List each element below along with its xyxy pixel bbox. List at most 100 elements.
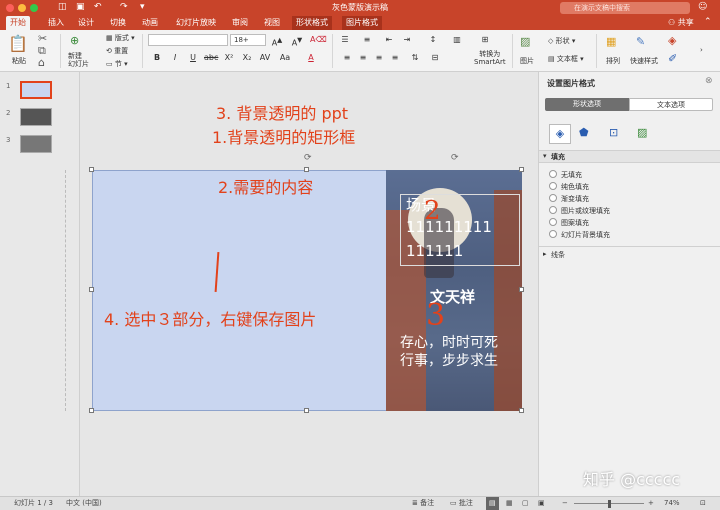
- text-direction-icon[interactable]: ⇅: [408, 52, 422, 64]
- expand-fill-icon[interactable]: ▾: [543, 152, 547, 160]
- zoom-slider-thumb[interactable]: [608, 500, 611, 508]
- tab-home[interactable]: 开始: [6, 16, 30, 30]
- close-pane-icon[interactable]: ⊗: [705, 76, 713, 86]
- radio-gradient-fill[interactable]: [549, 194, 557, 202]
- align-text-icon[interactable]: ⊟: [428, 52, 442, 64]
- slide-sorter-icon[interactable]: ▦: [506, 497, 513, 510]
- smartart-icon[interactable]: ⊞: [478, 34, 492, 46]
- font-size-select[interactable]: 18+: [230, 34, 266, 46]
- tab-slideshow[interactable]: 幻灯片放映: [172, 16, 220, 30]
- collapse-ribbon-icon[interactable]: ⌃: [704, 17, 712, 27]
- grow-font-icon[interactable]: A▲: [270, 34, 284, 48]
- resize-handle[interactable]: [89, 287, 94, 292]
- tab-review[interactable]: 审阅: [228, 16, 252, 30]
- font-family-select[interactable]: [148, 34, 228, 46]
- layout-button[interactable]: ▦ 版式 ▾: [106, 33, 135, 43]
- reading-view-icon[interactable]: ▢: [522, 497, 529, 510]
- align-left-icon[interactable]: ≡: [340, 52, 354, 64]
- effects-icon[interactable]: ⬟: [579, 126, 589, 139]
- tab-transitions[interactable]: 切换: [106, 16, 130, 30]
- search-input[interactable]: 在演示文稿中搜索: [560, 2, 690, 14]
- radio-slide-background-fill[interactable]: [549, 230, 557, 238]
- resize-handle[interactable]: [304, 408, 309, 413]
- language-indicator[interactable]: 中文 (中国): [66, 497, 102, 510]
- resize-handle[interactable]: [519, 167, 524, 172]
- picture-icon[interactable]: ▨: [520, 35, 530, 48]
- tab-insert[interactable]: 插入: [44, 16, 68, 30]
- bold-icon[interactable]: B: [150, 52, 164, 64]
- line-section-label[interactable]: 线条: [551, 250, 565, 260]
- smiley-feedback-icon[interactable]: ☺: [698, 2, 707, 12]
- slide-thumbnail-2[interactable]: [20, 108, 52, 126]
- size-properties-icon[interactable]: ⊡: [609, 126, 618, 139]
- section-button[interactable]: ▭ 节 ▾: [106, 59, 128, 69]
- shape-fill-icon[interactable]: ◈: [668, 34, 676, 47]
- increase-indent-icon[interactable]: ⇥: [400, 34, 414, 46]
- fit-to-window-icon[interactable]: ⊡: [700, 497, 706, 510]
- picture-label[interactable]: 图片: [520, 56, 534, 66]
- arrange-label[interactable]: 排列: [606, 56, 620, 66]
- tab-design[interactable]: 设计: [74, 16, 98, 30]
- slideshow-icon[interactable]: ▣: [538, 497, 545, 510]
- share-button[interactable]: ⚇ 共享: [668, 16, 694, 30]
- rotate-handle-icon[interactable]: ⟳: [304, 153, 312, 163]
- convert-smartart-label[interactable]: 转换为 SmartArt: [474, 50, 506, 66]
- slide-thumbnail-1[interactable]: [20, 81, 52, 99]
- resize-handle[interactable]: [89, 408, 94, 413]
- clear-formatting-icon[interactable]: A⌫: [310, 34, 327, 46]
- radio-no-fill[interactable]: [549, 170, 557, 178]
- expand-line-icon[interactable]: ▸: [543, 250, 547, 258]
- subscript-icon[interactable]: X₂: [240, 52, 254, 64]
- strikethrough-icon[interactable]: abc: [204, 52, 218, 64]
- tab-shape-format[interactable]: 形状格式: [292, 16, 332, 30]
- columns-icon[interactable]: ▥: [450, 34, 464, 46]
- zoom-level[interactable]: 74%: [664, 497, 680, 510]
- quick-styles-label[interactable]: 快速样式: [630, 56, 658, 66]
- fill-section-header[interactable]: [539, 150, 720, 163]
- resize-handle[interactable]: [304, 167, 309, 172]
- tab-shape-options[interactable]: 形状选项: [545, 98, 629, 111]
- arrange-icon[interactable]: ▦: [606, 35, 616, 48]
- ribbon-more-icon[interactable]: ›: [700, 46, 703, 54]
- radio-solid-fill[interactable]: [549, 182, 557, 190]
- resize-handle[interactable]: [89, 167, 94, 172]
- notes-button[interactable]: ≣ 备注: [412, 497, 434, 510]
- superscript-icon[interactable]: X²: [222, 52, 236, 64]
- tab-animations[interactable]: 动画: [138, 16, 162, 30]
- line-spacing-icon[interactable]: ↕: [426, 34, 440, 46]
- change-case-icon[interactable]: Aa: [278, 52, 292, 64]
- tab-picture-format[interactable]: 图片格式: [342, 16, 382, 30]
- font-color-icon[interactable]: A: [304, 52, 318, 64]
- reset-button[interactable]: ⟲ 重置: [106, 46, 128, 56]
- comments-button[interactable]: ▭ 批注: [450, 497, 473, 510]
- textbox-button[interactable]: ▤ 文本框 ▾: [548, 54, 584, 64]
- shape-outline-icon[interactable]: ✐: [668, 52, 677, 65]
- decrease-indent-icon[interactable]: ⇤: [382, 34, 396, 46]
- justify-icon[interactable]: ≡: [388, 52, 402, 64]
- tab-view[interactable]: 视图: [260, 16, 284, 30]
- paste-icon[interactable]: 📋: [8, 34, 28, 53]
- fill-line-icon[interactable]: ◈: [549, 124, 571, 144]
- rotate-handle-icon[interactable]: ⟳: [451, 153, 459, 163]
- picture-settings-icon[interactable]: ▨: [637, 126, 647, 139]
- bullets-icon[interactable]: ☰: [338, 34, 352, 46]
- zoom-out-icon[interactable]: −: [562, 497, 568, 510]
- format-painter-icon[interactable]: ⌂: [38, 56, 45, 69]
- shrink-font-icon[interactable]: A▼: [290, 34, 304, 48]
- underline-icon[interactable]: U: [186, 52, 200, 64]
- shape-button[interactable]: ◇ 形状 ▾: [548, 36, 575, 46]
- resize-handle[interactable]: [519, 287, 524, 292]
- align-center-icon[interactable]: ≡: [356, 52, 370, 64]
- radio-picture-texture-fill[interactable]: [549, 206, 557, 214]
- zoom-in-icon[interactable]: +: [648, 497, 654, 510]
- normal-view-icon[interactable]: ▤: [486, 497, 499, 510]
- char-spacing-icon[interactable]: AV: [258, 52, 272, 64]
- quick-styles-icon[interactable]: ✎: [636, 35, 645, 48]
- italic-icon[interactable]: I: [168, 52, 182, 64]
- tab-text-options[interactable]: 文本选项: [629, 98, 713, 111]
- numbering-icon[interactable]: ≡: [360, 34, 374, 46]
- resize-handle[interactable]: [519, 408, 524, 413]
- align-right-icon[interactable]: ≡: [372, 52, 386, 64]
- new-slide-icon[interactable]: ⊕: [70, 34, 79, 47]
- new-slide-label[interactable]: 新建 幻灯片: [68, 52, 89, 68]
